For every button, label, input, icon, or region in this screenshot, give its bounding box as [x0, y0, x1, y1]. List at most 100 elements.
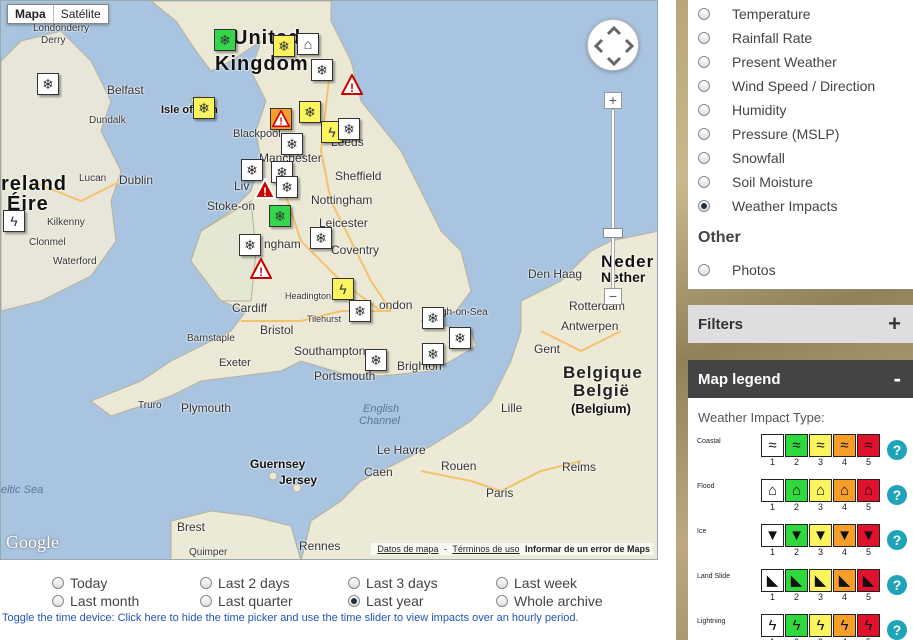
radio-icon[interactable] — [698, 104, 710, 116]
radio-icon[interactable] — [496, 595, 508, 607]
radio-selected-icon[interactable] — [348, 595, 360, 607]
radio-selected-icon[interactable] — [698, 200, 710, 212]
layer-option-present-weather[interactable]: Present Weather — [698, 54, 837, 70]
legend-subtitle: Weather Impact Type: — [698, 410, 825, 425]
marker-snow-icon[interactable]: ❄ — [311, 59, 333, 81]
marker-snow-icon[interactable]: ❄ — [349, 300, 371, 322]
map-type-satellite-button[interactable]: Satélite — [54, 5, 108, 23]
radio-icon[interactable] — [200, 577, 212, 589]
label-lille: Lille — [501, 401, 523, 415]
time-option-last-2-days[interactable]: Last 2 days — [200, 574, 348, 592]
layer-option-rainfall-rate[interactable]: Rainfall Rate — [698, 30, 812, 46]
help-icon[interactable]: ? — [887, 530, 907, 550]
time-option-last-week[interactable]: Last week — [496, 574, 644, 592]
pan-control[interactable] — [587, 19, 639, 71]
legend-level-number: 2 — [793, 547, 799, 557]
expand-icon[interactable]: + — [888, 311, 901, 337]
legend-row: Flood ⌂ 1 ⌂ 2 ⌂ 3 ⌂ 4 ⌂ 5? — [688, 479, 913, 521]
marker-snow-icon[interactable]: ❄ — [338, 118, 360, 140]
help-icon[interactable]: ? — [887, 620, 907, 640]
marker-snow-icon[interactable]: ❄ — [449, 327, 471, 349]
radio-icon[interactable] — [200, 595, 212, 607]
marker-warning-icon[interactable]: ! — [270, 108, 292, 130]
legend-icon-set: ◣ 1 ◣ 2 ◣ 3 ◣ 4 ◣ 5 — [761, 569, 881, 603]
zoom-in-button[interactable]: + — [604, 92, 622, 109]
zoom-slider-handle[interactable] — [603, 228, 623, 238]
radio-icon[interactable] — [698, 56, 710, 68]
marker-warning-icon[interactable]: ! — [250, 258, 272, 280]
layer-option-pressure[interactable]: Pressure (MSLP) — [698, 126, 839, 142]
label-belgie: België — [573, 381, 631, 400]
marker-snow-icon[interactable]: ❄ — [299, 101, 321, 123]
marker-snow-icon[interactable]: ❄ — [310, 227, 332, 249]
radio-icon[interactable] — [496, 577, 508, 589]
layer-option-snowfall[interactable]: Snowfall — [698, 150, 785, 166]
time-option-today[interactable]: Today — [52, 574, 200, 592]
map-legend-header[interactable]: Map legend - — [688, 360, 913, 398]
terms-link[interactable]: Términos de uso — [452, 544, 519, 554]
marker-snow-icon[interactable]: ❄ — [273, 35, 295, 57]
icicle-icon: ▼ — [833, 524, 856, 547]
time-option-last-month[interactable]: Last month — [52, 592, 200, 610]
time-option-last-year[interactable]: Last year — [348, 592, 496, 610]
time-option-last-quarter[interactable]: Last quarter — [200, 592, 348, 610]
legend-icon-set: ≈1 ≈2 ≈3 ≈4 ≈5 — [761, 434, 881, 468]
weather-map[interactable]: Mapa Satélite + − United Kingdom reland … — [0, 0, 658, 560]
wave-icon: ≈ — [785, 434, 808, 457]
marker-warning-icon[interactable]: ! — [254, 178, 276, 200]
layer-option-temperature[interactable]: Temperature — [698, 6, 811, 22]
radio-icon[interactable] — [52, 577, 64, 589]
radio-icon[interactable] — [698, 176, 710, 188]
map-data-link[interactable]: Datos de mapa — [377, 544, 438, 554]
marker-warning-icon[interactable]: ! — [341, 74, 363, 96]
marker-lightning-icon[interactable]: ϟ — [3, 210, 25, 232]
time-option-whole-archive[interactable]: Whole archive — [496, 592, 644, 610]
radio-icon[interactable] — [698, 128, 710, 140]
marker-snow-icon[interactable]: ❄ — [422, 307, 444, 329]
time-option-last-3-days[interactable]: Last 3 days — [348, 574, 496, 592]
help-icon[interactable]: ? — [887, 440, 907, 460]
filters-header[interactable]: Filters + — [688, 305, 913, 343]
legend-level-number: 5 — [865, 547, 871, 557]
marker-snow-icon[interactable]: ❄ — [214, 29, 236, 51]
label-kilkenny: Kilkenny — [47, 217, 85, 228]
layer-option-wind[interactable]: Wind Speed / Direction — [698, 78, 875, 94]
other-heading: Other — [698, 229, 741, 246]
help-icon[interactable]: ? — [887, 485, 907, 505]
layer-option-humidity[interactable]: Humidity — [698, 102, 786, 118]
radio-icon[interactable] — [698, 264, 710, 276]
house-flood-icon: ⌂ — [785, 479, 808, 502]
toggle-time-device-link[interactable]: Toggle the time device: Click here to hi… — [2, 612, 579, 624]
legend-level: ▼ 3 — [809, 524, 832, 558]
layer-option-photos[interactable]: Photos — [698, 262, 776, 278]
marker-flood-icon[interactable]: ⌂ — [297, 33, 319, 55]
marker-lightning-icon[interactable]: ϟ — [332, 278, 354, 300]
radio-icon[interactable] — [52, 595, 64, 607]
collapse-icon[interactable]: - — [894, 366, 901, 392]
layer-option-weather-impacts[interactable]: Weather Impacts — [698, 198, 838, 214]
report-error-link[interactable]: Informar de un error de Maps — [525, 544, 650, 554]
legend-level-number: 1 — [769, 502, 775, 512]
zoom-slider-track[interactable] — [611, 109, 615, 289]
radio-icon[interactable] — [348, 577, 360, 589]
marker-snow-icon[interactable]: ❄ — [193, 97, 215, 119]
label-den-haag: Den Haag — [528, 267, 583, 281]
marker-snow-icon[interactable]: ❄ — [37, 73, 59, 95]
zoom-out-button[interactable]: − — [604, 288, 622, 305]
radio-icon[interactable] — [698, 80, 710, 92]
marker-snow-icon[interactable]: ❄ — [276, 176, 298, 198]
radio-icon[interactable] — [698, 32, 710, 44]
marker-snow-icon[interactable]: ❄ — [269, 205, 291, 227]
radio-icon[interactable] — [698, 152, 710, 164]
help-icon[interactable]: ? — [887, 575, 907, 595]
marker-snow-icon[interactable]: ❄ — [422, 343, 444, 365]
marker-snow-icon[interactable]: ❄ — [365, 349, 387, 371]
marker-snow-icon[interactable]: ❄ — [281, 133, 303, 155]
radio-icon[interactable] — [698, 8, 710, 20]
map-type-map-button[interactable]: Mapa — [8, 5, 54, 23]
label-tilehurst: Tilehurst — [307, 314, 342, 324]
legend-row: Coastal ≈1 ≈2 ≈3 ≈4 ≈5? — [688, 434, 913, 476]
label-nether: Nether — [601, 269, 646, 285]
layer-option-soil-moisture[interactable]: Soil Moisture — [698, 174, 813, 190]
marker-snow-icon[interactable]: ❄ — [239, 234, 261, 256]
